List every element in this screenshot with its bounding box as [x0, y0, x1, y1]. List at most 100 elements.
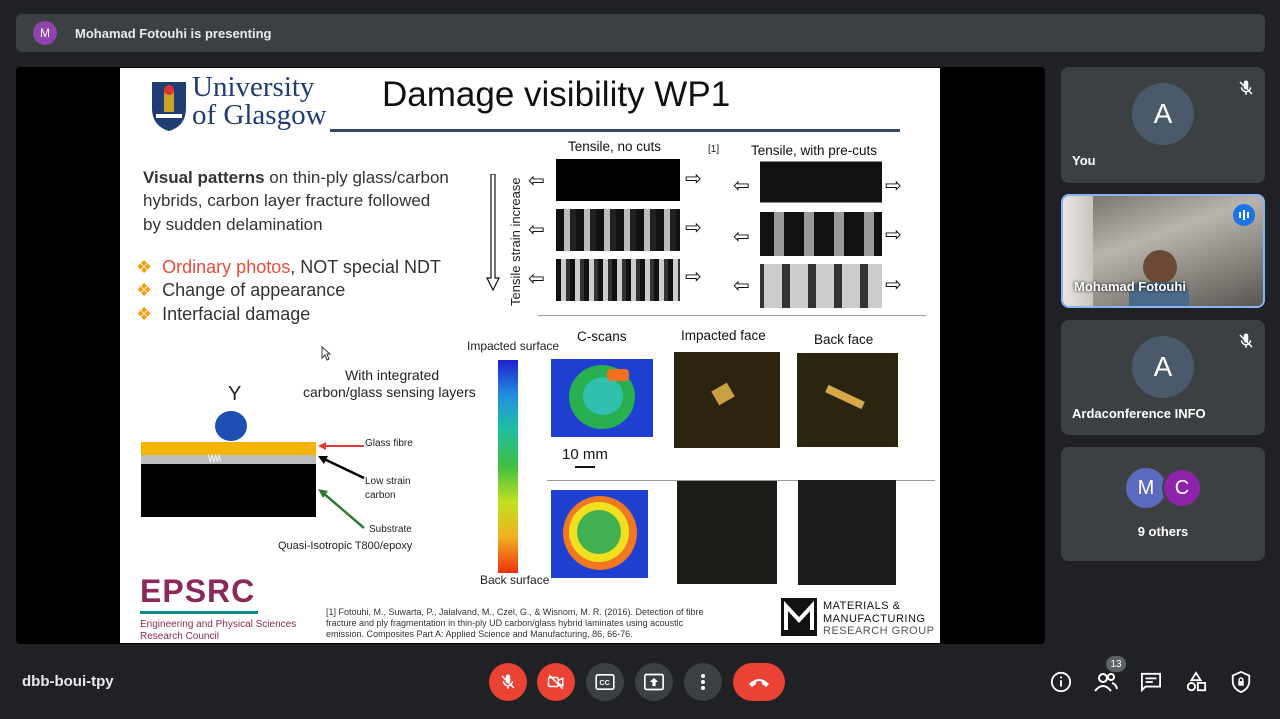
specimen-precuts-2 — [760, 212, 882, 256]
people-count-badge: 13 — [1106, 656, 1126, 672]
activities-icon — [1186, 671, 1207, 692]
glass-fibre-layer — [141, 442, 316, 455]
participant-tile-you[interactable]: A You — [1061, 67, 1265, 183]
presenter-avatar: M — [33, 21, 57, 45]
bullet-icon: ❖ — [136, 257, 153, 277]
activities-button[interactable] — [1184, 670, 1208, 694]
intro-line2: hybrids, carbon layer fracture followed — [143, 191, 431, 210]
specimen-no-cuts-2 — [556, 209, 680, 251]
shield-lock-icon — [1231, 671, 1251, 693]
back-face-photo-2 — [798, 480, 896, 585]
mic-off-icon — [1239, 333, 1253, 348]
mic-off-icon — [1239, 80, 1253, 95]
tensile-precuts-label: Tensile, with pre-cuts — [751, 143, 878, 158]
divider — [538, 315, 926, 316]
university-name-line1: University — [192, 71, 315, 103]
more-options-button[interactable] — [684, 663, 722, 701]
chat-button[interactable] — [1139, 670, 1163, 694]
impacted-face-label: Impacted face — [681, 328, 766, 343]
meeting-details-button[interactable] — [1049, 670, 1073, 694]
meeting-code: dbb-boui-tpy — [22, 673, 114, 690]
specimen-precuts-3 — [760, 264, 882, 308]
layer-pointer-arrows — [318, 442, 365, 529]
title-underline — [330, 129, 900, 132]
substrate-label: Substrate — [369, 524, 412, 535]
mmrg-logo-icon — [781, 598, 817, 636]
cscan-impacted — [551, 359, 653, 437]
people-icon — [1094, 673, 1118, 692]
epsrc-line — [140, 611, 258, 614]
impact-arrow-icon: Y — [228, 383, 242, 405]
back-face-photo — [797, 353, 898, 447]
bullet-ordinary-photos: ❖ Ordinary photos, NOT special NDT — [136, 257, 441, 277]
integrated-line1: With integrated — [345, 367, 440, 383]
participant-tile-presenter[interactable]: Mohamad Fotouhi — [1061, 194, 1265, 308]
host-controls-button[interactable] — [1229, 670, 1253, 694]
back-face-label: Back face — [814, 332, 874, 347]
specimen-no-cuts-1 — [556, 159, 680, 201]
bullet-icon: ❖ — [136, 304, 153, 324]
glasgow-crest-icon — [152, 82, 186, 131]
arrow-left-icon: ⇦ — [528, 170, 545, 192]
reference-line3: emission. Composites Part A: Applied Sci… — [326, 629, 633, 639]
presenting-banner: M Mohamad Fotouhi is presenting — [16, 14, 1265, 52]
specimen-no-cuts-3 — [556, 259, 680, 301]
avatar: C — [1162, 468, 1202, 508]
mmrg-line2: MANUFACTURING — [823, 613, 926, 625]
participant-tile-others[interactable]: M C 9 others — [1061, 447, 1265, 561]
captions-button[interactable]: CC — [586, 663, 624, 701]
arrow-right-icon: ⇨ — [885, 274, 902, 296]
info-icon — [1050, 671, 1072, 693]
university-name-line2: of Glasgow — [192, 99, 327, 131]
present-icon — [644, 673, 664, 691]
presenting-text: Mohamad Fotouhi is presenting — [75, 25, 272, 41]
camera-toggle-button[interactable] — [537, 663, 575, 701]
color-scale-bar — [498, 360, 518, 573]
back-surface-label: Back surface — [480, 573, 550, 587]
mmrg-line1: MATERIALS & — [823, 600, 901, 612]
people-button[interactable] — [1094, 670, 1118, 694]
arrow-right-icon: ⇨ — [685, 168, 702, 190]
avatar: A — [1132, 83, 1194, 145]
epsrc-sub1: Engineering and Physical Sciences — [140, 619, 297, 630]
presentation-stage[interactable]: University of Glasgow Damage visibility … — [16, 67, 1045, 644]
ref-tag: [1] — [708, 144, 720, 155]
integrated-line2: carbon/glass sensing layers — [303, 384, 476, 400]
impacted-face-photo — [674, 352, 780, 448]
strain-label: Tensile strain increase — [508, 177, 523, 306]
avatar: M — [1126, 468, 1166, 508]
mouse-cursor-icon — [321, 346, 331, 361]
cscan-back — [551, 490, 648, 578]
specimen-precuts-1 — [760, 161, 882, 203]
cscans-label: C-scans — [577, 329, 627, 344]
reference-line2: fracture and ply fragmentation in thin-p… — [326, 618, 684, 628]
reference-line1: [1] Fotouhi, M., Suwarta, P., Jalalvand,… — [326, 607, 704, 617]
quasi-label: Quasi-Isotropic T800/epoxy — [278, 540, 413, 552]
mic-toggle-button[interactable] — [489, 663, 527, 701]
glass-fibre-label: Glass fibre — [365, 438, 413, 449]
tensile-no-cuts-label: Tensile, no cuts — [568, 139, 662, 154]
arrow-left-icon: ⇦ — [528, 268, 545, 290]
chat-icon — [1141, 672, 1161, 692]
bullet-change-appearance: ❖ Change of appearance — [136, 280, 346, 300]
arrow-left-icon: ⇦ — [528, 219, 545, 241]
slide: University of Glasgow Damage visibility … — [120, 68, 940, 643]
impacted-face-photo-2 — [677, 481, 777, 584]
low-strain-carbon-layer — [141, 455, 316, 464]
substrate-layer — [141, 464, 316, 517]
arrow-right-icon: ⇨ — [885, 175, 902, 197]
mmrg-line3: RESEARCH GROUP — [823, 625, 935, 637]
camera-off-icon — [547, 674, 564, 690]
participant-tile-ardaconference[interactable]: A Ardaconference INFO — [1061, 320, 1265, 435]
present-now-button[interactable] — [635, 663, 673, 701]
arrow-right-icon: ⇨ — [685, 266, 702, 288]
arrow-right-icon: ⇨ — [685, 217, 702, 239]
scale-bar — [575, 466, 595, 468]
others-count-label: 9 others — [1137, 524, 1189, 539]
down-arrow-icon — [486, 174, 500, 292]
scale-label: 10 mm — [562, 446, 608, 463]
leave-call-button[interactable] — [733, 663, 785, 701]
slide-title: Damage visibility WP1 — [382, 75, 731, 114]
epsrc-sub2: Research Council — [140, 631, 219, 642]
bullet-interfacial-damage: ❖ Interfacial damage — [136, 304, 311, 324]
